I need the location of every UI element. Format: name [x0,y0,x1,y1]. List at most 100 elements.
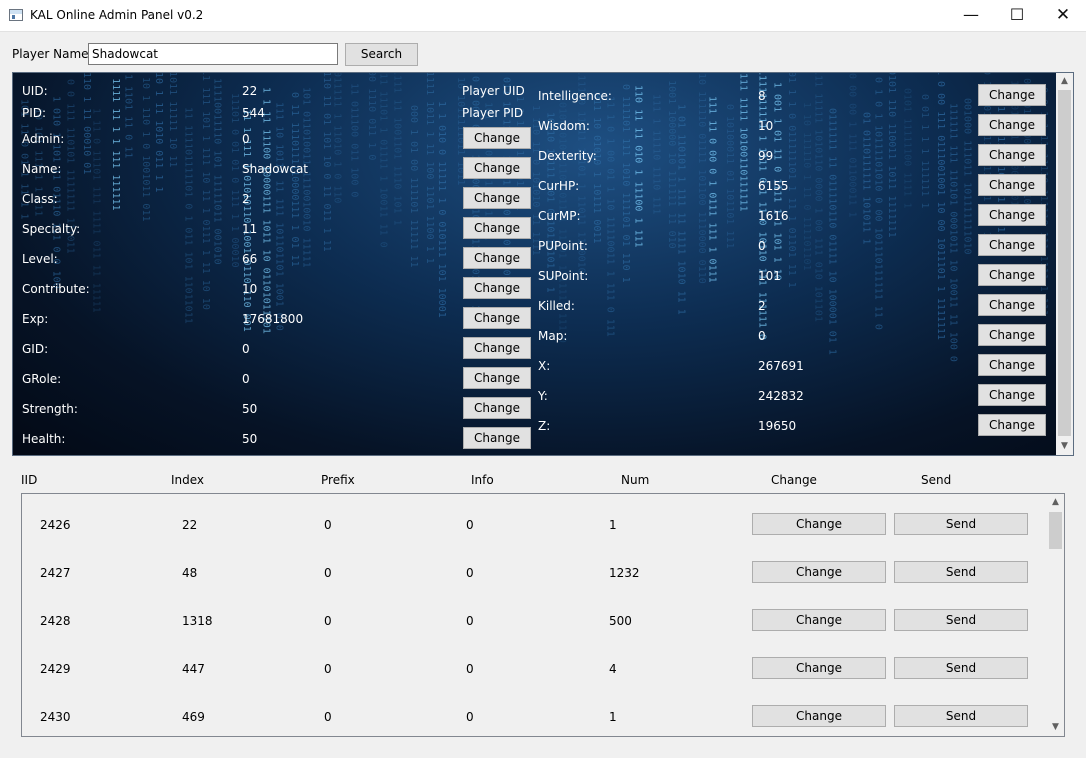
svg-text:1 11 0 11101 111 1111 011: 1 11 0 11101 111 1111 011 11 11111 [91,108,102,313]
player-stats-panel: 101 11 0 01 1 11 1 1 10 101 111 1 1 111 1… [12,72,1074,456]
stat-label-intelligence: Intelligence: [538,89,612,103]
player-name-label: Player Name: [12,47,93,61]
maximize-button[interactable]: ☐ [994,0,1040,31]
scroll-up-arrow-icon[interactable]: ▲ [1056,73,1073,90]
column-header-send: Send [921,473,952,487]
svg-text:1111011 11111 10 11: 1111011 11111 10 11 [167,73,178,167]
change-killed-button[interactable]: Change [978,294,1046,316]
change-wisdom-button[interactable]: Change [978,114,1046,136]
change-health-button[interactable]: Change [463,427,531,449]
stat-value-contribute: 10 [242,282,258,296]
svg-text:0101 11111100 1111 1: 0101 11111100 1111 1 [901,88,912,208]
change-intelligence-button[interactable]: Change [978,84,1046,106]
change-curhp-button[interactable]: Change [978,174,1046,196]
stat-value-curmp: 1616 [758,209,789,223]
svg-text:0 111101 111 1010 111101: 0 111101 111 1010 111101 01 110 1 [620,84,631,283]
cell-prefix: 0 [324,518,332,532]
cell-index: 469 [182,710,205,724]
stat-value-y: 242832 [758,389,804,403]
svg-text:0 01 1 1 1 111111 1: 0 01 1 1 1 111111 1 [919,94,930,208]
change-map-button[interactable]: Change [978,324,1046,346]
stat-label-specialty: Specialty: [22,222,81,236]
item-change-button[interactable]: Change [752,561,886,583]
item-send-button[interactable]: Send [894,657,1028,679]
item-change-button[interactable]: Change [752,513,886,535]
stat-label-gid: GID: [22,342,49,356]
cell-iid: 2426 [40,518,71,532]
close-button[interactable]: ✕ [1040,0,1086,31]
stat-value-health: 50 [242,432,258,446]
cell-info: 0 [466,566,474,580]
stat-label-z: Z: [538,419,551,433]
stat-label-pupoint: PUPoint: [538,239,588,253]
svg-text:1 00 1110 011 1 0: 1 00 1110 011 1 0 [366,73,377,160]
item-send-button[interactable]: Send [894,561,1028,583]
svg-text:111 1111 10100110111111: 111 1111 10100110111111 [737,73,748,211]
cell-num: 4 [609,662,617,676]
change-y-button[interactable]: Change [978,384,1046,406]
svg-text:0 1 0 1 10111101010 0 00 10: 0 1 0 1 10111101010 0 00 101110111111 11… [872,77,883,330]
column-header-num: Num [621,473,650,487]
change-strength-button[interactable]: Change [463,397,531,419]
stat-label-wisdom: Wisdom: [538,119,590,133]
item-change-button[interactable]: Change [752,609,886,631]
stat-value-level: 66 [242,252,258,266]
stat-label-map: Map: [538,329,568,343]
cell-prefix: 0 [324,710,332,724]
svg-text:11 0 00 00 1 111 01100011 1: 11 0 00 00 1 111 01100011 1 [846,73,857,218]
change-grole-button[interactable]: Change [463,367,531,389]
svg-text:1 1 1111 11 1 1 111 111: 1 1 1111 11 1 1 111 111111 [110,73,121,211]
stats-scrollbar[interactable]: ▲ ▼ [1056,73,1073,455]
stat-label-exp: Exp: [22,312,49,326]
change-specialty-button[interactable]: Change [463,217,531,239]
change-pupoint-button[interactable]: Change [978,234,1046,256]
change-x-button[interactable]: Change [978,354,1046,376]
player-name-input[interactable] [88,43,338,65]
change-level-button[interactable]: Change [463,247,531,269]
stat-label-class: Class: [22,192,58,206]
change-contribute-button[interactable]: Change [463,277,531,299]
stat-label-supoint: SUPoint: [538,269,589,283]
scroll-up-arrow-icon[interactable]: ▲ [1047,494,1064,511]
stat-value-name: Shadowcat [242,162,309,176]
search-button[interactable]: Search [345,43,418,66]
svg-text:1 1101 11 0 11: 1 1101 11 0 11 [122,74,133,158]
svg-text:101 011010011 1110010010 1111: 101 011010011 1110010010 11111 [301,87,312,268]
minimize-button[interactable]: — [948,0,994,31]
change-name-button[interactable]: Change [463,157,531,179]
change-supoint-button[interactable]: Change [978,264,1046,286]
change-z-button[interactable]: Change [978,414,1046,436]
change-gid-button[interactable]: Change [463,337,531,359]
stat-label-grole: GRole: [22,372,62,386]
item-send-button[interactable]: Send [894,513,1028,535]
svg-text:00101 110 110011 1011 1111111: 00101 110 110011 1011 1111111 [886,73,897,238]
svg-text:11110011110 101 11111011 0010: 11110011110 101 11111011 001010 [212,78,223,265]
cell-iid: 2429 [40,662,71,676]
item-send-button[interactable]: Send [894,609,1028,631]
stat-value-pid: 544 [242,106,265,120]
svg-text:0 10100011 01 101101 111: 0 10100011 01 101101 111 [724,104,735,249]
cell-prefix: 0 [324,662,332,676]
svg-text:011111 1 11010 1 0 110: 011111 1 11010 1 0 110 [331,73,342,203]
change-curmp-button[interactable]: Change [978,204,1046,226]
item-send-button[interactable]: Send [894,705,1028,727]
item-change-button[interactable]: Change [752,657,886,679]
app-window-icon [9,9,23,21]
stat-label-uid: UID: [22,84,48,98]
stats-scroll-thumb[interactable] [1058,90,1071,436]
change-admin-button[interactable]: Change [463,127,531,149]
change-exp-button[interactable]: Change [463,307,531,329]
svg-text:1110 11 01 101 10 0 11 011: 1110 11 01 101 10 0 11 011 1 11 [321,73,332,252]
items-scrollbar[interactable]: ▲ ▼ [1047,494,1064,736]
cell-iid: 2427 [40,566,71,580]
scroll-down-arrow-icon[interactable]: ▼ [1047,719,1064,736]
svg-text:110 11 11 010 1 11100 1 11: 110 11 11 010 1 11100 1 111 [633,85,644,248]
svg-text:000 1 01 00 111101 11111 11: 000 1 01 00 111101 11111 11 [408,105,419,268]
scroll-down-arrow-icon[interactable]: ▼ [1056,438,1073,455]
cell-iid: 2428 [40,614,71,628]
change-dexterity-button[interactable]: Change [978,144,1046,166]
item-change-button[interactable]: Change [752,705,886,727]
cell-index: 22 [182,518,198,532]
change-class-button[interactable]: Change [463,187,531,209]
items-scroll-thumb[interactable] [1049,512,1062,549]
